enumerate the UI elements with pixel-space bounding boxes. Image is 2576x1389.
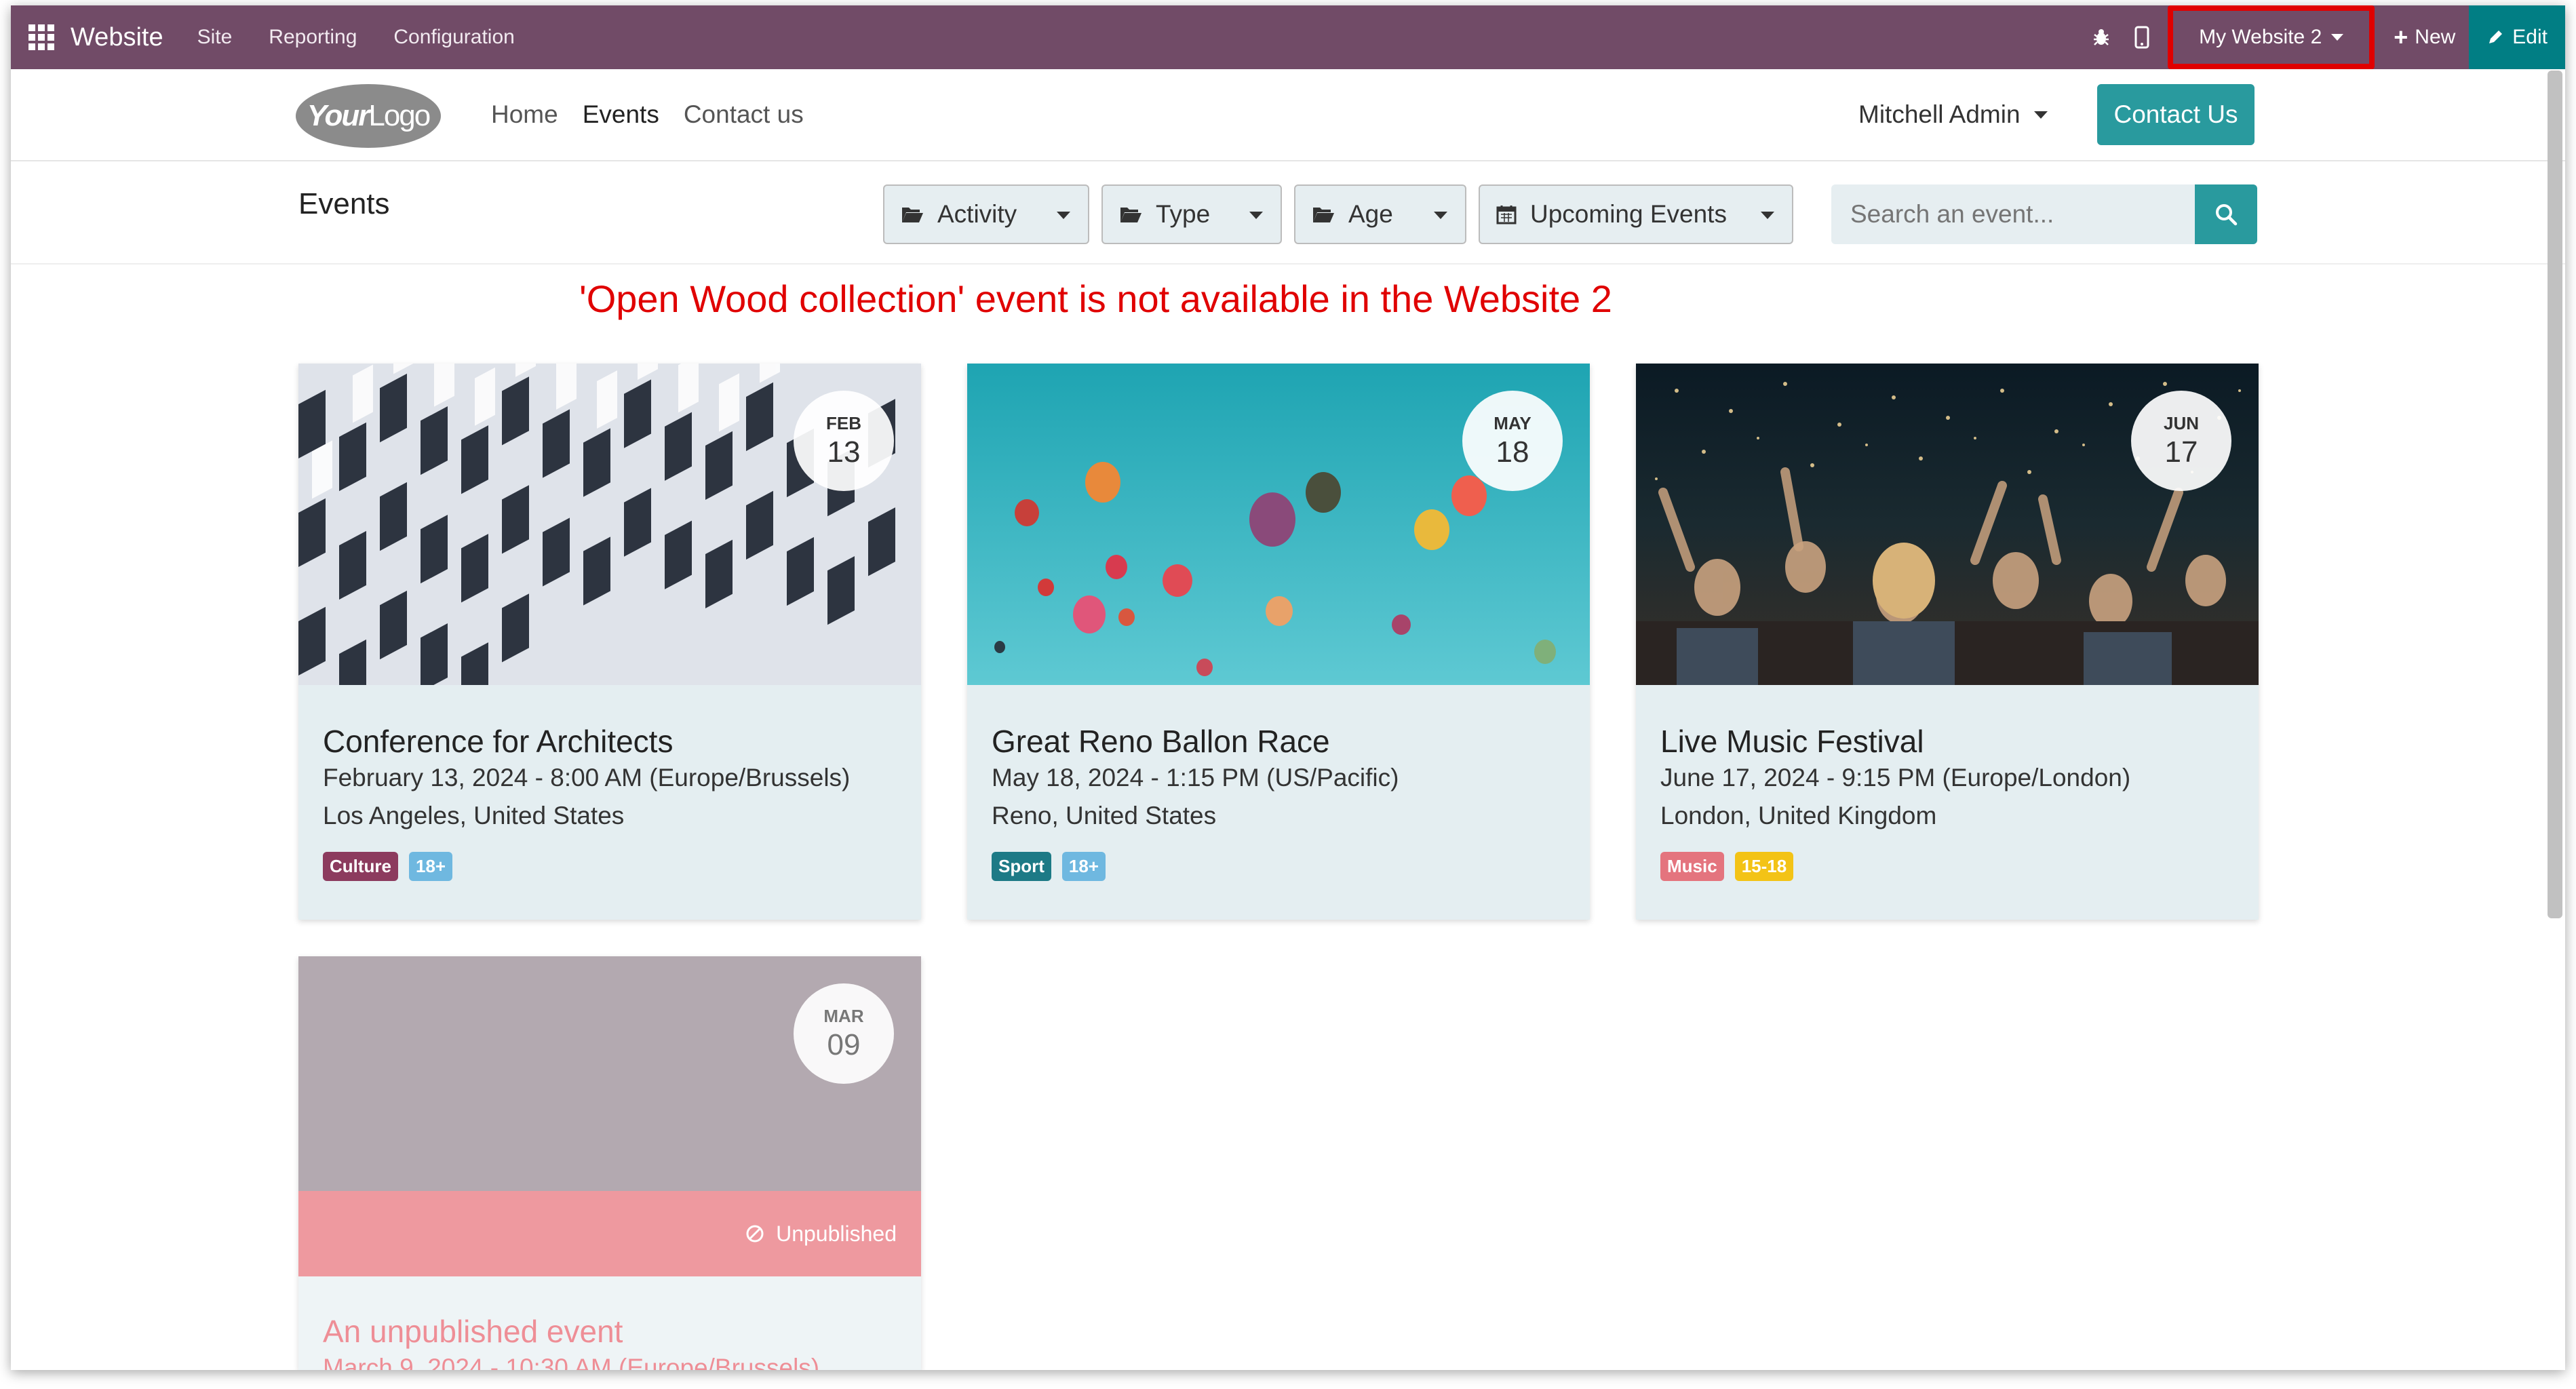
event-day: 17	[2164, 435, 2198, 469]
plus-icon: +	[2394, 23, 2408, 51]
page-scrollbar[interactable]	[2548, 71, 2562, 918]
event-month: MAR	[823, 1005, 864, 1026]
event-title[interactable]: An unpublished event	[323, 1313, 623, 1350]
event-date-badge: MAR 09	[794, 983, 894, 1084]
logo-text: Logo	[368, 99, 431, 132]
tag-badge: 15-18	[1734, 852, 1794, 881]
event-datetime: March 9, 2024 - 10:30 AM (Europe/Brussel…	[323, 1354, 820, 1370]
events-toolbar: Events Activity Type Age Upcoming Events	[11, 163, 2565, 265]
pencil-icon	[2489, 31, 2503, 43]
user-menu[interactable]: Mitchell Admin	[1858, 100, 2048, 129]
folder-open-icon	[902, 208, 923, 222]
event-card[interactable]: JUN 17 Live Music Festival June 17, 2024…	[1636, 364, 2259, 920]
event-location: London, United Kingdom	[1660, 802, 1937, 829]
search-input[interactable]	[1831, 184, 2195, 244]
filter-type-label: Type	[1156, 200, 1211, 228]
ban-icon	[746, 1225, 764, 1243]
tag-badge: Sport	[992, 852, 1051, 881]
edit-button-label: Edit	[2512, 26, 2548, 48]
menu-reporting[interactable]: Reporting	[269, 26, 357, 49]
event-date-badge: FEB 13	[794, 391, 894, 491]
website-switcher-dropdown[interactable]: My Website 2	[2168, 5, 2375, 69]
site-logo[interactable]: Your Logo	[296, 84, 441, 148]
user-name: Mitchell Admin	[1858, 100, 2021, 128]
event-month: JUN	[2163, 412, 2199, 433]
tag-badge: 18+	[1061, 852, 1106, 881]
event-month: FEB	[826, 412, 861, 433]
event-day: 09	[827, 1028, 861, 1061]
calendar-icon	[1496, 206, 1517, 224]
nav-events[interactable]: Events	[583, 100, 659, 129]
folder-open-icon	[1313, 208, 1334, 222]
event-image-balloons: MAY 18	[967, 364, 1590, 685]
event-datetime: June 17, 2024 - 9:15 PM (Europe/London)	[1660, 764, 2131, 791]
menu-configuration[interactable]: Configuration	[393, 26, 514, 49]
apps-grid-icon[interactable]	[28, 24, 56, 51]
event-day: 18	[1496, 435, 1529, 469]
nav-contact-us[interactable]: Contact us	[684, 100, 804, 129]
app-brand[interactable]: Website	[71, 23, 163, 52]
event-datetime: May 18, 2024 - 1:15 PM (US/Pacific)	[992, 764, 1399, 791]
chevron-down-icon	[1057, 212, 1070, 219]
edit-button[interactable]: Edit	[2469, 5, 2565, 69]
event-card-unpublished[interactable]: MAR 09 Unpublished An unpublished event …	[298, 956, 921, 1370]
bug-icon[interactable]	[2081, 5, 2122, 69]
chevron-down-icon	[1434, 212, 1447, 219]
filter-upcoming-label: Upcoming Events	[1530, 200, 1727, 228]
tag-badge: Music	[1660, 852, 1724, 881]
tag-badge: 18+	[409, 852, 453, 881]
filter-upcoming-events[interactable]: Upcoming Events	[1479, 184, 1793, 244]
unpublished-label: Unpublished	[776, 1221, 897, 1246]
chevron-down-icon	[2033, 111, 2048, 119]
event-tags: Sport 18+	[992, 852, 1106, 881]
filter-age-label: Age	[1348, 200, 1393, 228]
event-card[interactable]: FEB 13 Conference for Architects Februar…	[298, 364, 921, 920]
event-title[interactable]: Conference for Architects	[323, 723, 673, 760]
admin-topbar: Website Site Reporting Configuration My …	[11, 5, 2565, 69]
filter-activity-label: Activity	[937, 200, 1017, 228]
event-title[interactable]: Great Reno Ballon Race	[992, 723, 1330, 760]
event-location: Reno, United States	[992, 802, 1217, 829]
search-icon	[2216, 204, 2238, 226]
filter-age[interactable]: Age	[1294, 184, 1466, 244]
event-image-architecture: FEB 13	[298, 364, 921, 685]
event-card[interactable]: MAY 18 Great Reno Ballon Race May 18, 20…	[967, 364, 1590, 920]
filter-type[interactable]: Type	[1101, 184, 1282, 244]
event-location: Los Angeles, United States	[323, 802, 625, 829]
chevron-down-icon	[1249, 212, 1263, 219]
folder-open-icon	[1120, 208, 1141, 222]
site-header: Your Logo Home Events Contact us Mitchell…	[11, 69, 2565, 161]
event-month: MAY	[1494, 412, 1531, 433]
page-title: Events	[298, 187, 390, 220]
chevron-down-icon	[1761, 212, 1774, 219]
event-date-badge: JUN 17	[2131, 391, 2231, 491]
logo-text-bold: Your	[307, 99, 370, 132]
search-button[interactable]	[2195, 184, 2257, 244]
event-datetime: February 13, 2024 - 8:00 AM (Europe/Brus…	[323, 764, 851, 791]
tag-badge: Culture	[323, 852, 398, 881]
main-nav: Home Events Contact us	[491, 100, 804, 129]
new-button-label: New	[2415, 26, 2456, 48]
event-tags: Culture 18+	[323, 852, 453, 881]
event-image-placeholder: MAR 09	[298, 956, 921, 1191]
filter-activity[interactable]: Activity	[883, 184, 1089, 244]
event-image-concert: JUN 17	[1636, 364, 2259, 685]
contact-us-button[interactable]: Contact Us	[2097, 84, 2255, 145]
mobile-icon[interactable]	[2122, 5, 2162, 69]
annotation-note: 'Open Wood collection' event is not avai…	[579, 277, 1612, 320]
unpublished-banner: Unpublished	[298, 1191, 921, 1276]
new-button[interactable]: + New	[2380, 5, 2469, 69]
menu-site[interactable]: Site	[197, 26, 233, 49]
event-day: 13	[827, 435, 861, 469]
chevron-down-icon	[2331, 34, 2344, 41]
nav-home[interactable]: Home	[491, 100, 558, 129]
browser-frame: Website Site Reporting Configuration My …	[11, 5, 2565, 1370]
event-date-badge: MAY 18	[1462, 391, 1563, 491]
event-tags: Music 15-18	[1660, 852, 1794, 881]
website-switcher-label: My Website 2	[2199, 26, 2322, 48]
event-title[interactable]: Live Music Festival	[1660, 723, 1924, 760]
